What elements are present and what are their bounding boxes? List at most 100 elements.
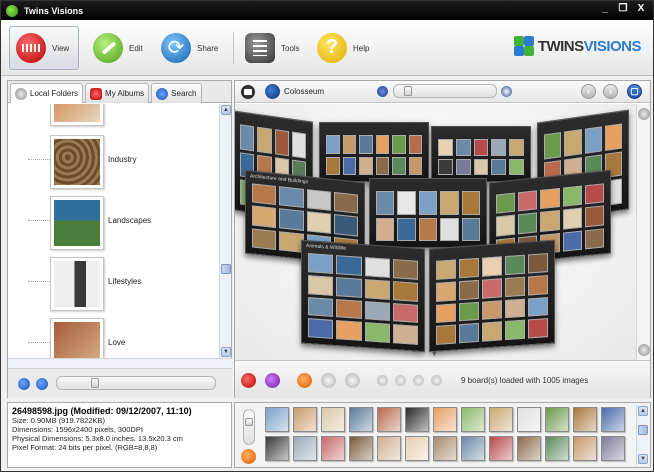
back-button[interactable]: ‹ <box>581 84 596 99</box>
zoom-slider-knob[interactable] <box>404 86 412 96</box>
folder-item-love[interactable]: Love <box>8 314 211 358</box>
collapse-arrow-icon[interactable]: ▼ <box>431 351 438 358</box>
scroll-up-arrow-icon[interactable]: ▲ <box>221 105 231 115</box>
image-physical-dimensions: Physical Dimensions: 5.3x8.0 inches, 13.… <box>12 434 183 443</box>
filmstrip-thumbnail[interactable] <box>601 436 625 461</box>
thumbnail-size-large-icon[interactable] <box>36 378 48 390</box>
filmstrip-thumbnail[interactable] <box>321 407 345 432</box>
folder-list-hscrollbar[interactable] <box>8 358 232 368</box>
tab-my-albums[interactable]: My Albums <box>85 83 150 103</box>
grid-view-icon[interactable] <box>638 108 650 120</box>
arrange-icon[interactable] <box>345 373 360 388</box>
print-icon[interactable] <box>297 373 312 388</box>
filmstrip-thumbnail[interactable] <box>293 407 317 432</box>
tools-button[interactable]: Tools <box>239 26 306 70</box>
filmstrip-slider-knob[interactable] <box>245 418 253 426</box>
filmstrip-action-icon[interactable] <box>241 449 256 464</box>
view-button[interactable]: View <box>9 26 79 70</box>
filmstrip-thumbnail[interactable] <box>461 407 485 432</box>
first-board-icon[interactable] <box>377 375 388 386</box>
image-info-panel: 26498598.jpg (Modified: 09/12/2007, 11:1… <box>7 402 232 468</box>
scroll-thumb[interactable] <box>638 425 648 435</box>
share-button[interactable]: Share <box>155 26 224 70</box>
restore-button[interactable]: ❐ <box>617 3 629 14</box>
tab-local-folders-label: Local Folders <box>30 89 79 98</box>
tab-local-folders[interactable]: Local Folders <box>10 83 84 103</box>
window-title: Twins Visions <box>24 5 84 16</box>
filmstrip-thumbnail[interactable] <box>489 436 513 461</box>
filmstrip-thumbnail[interactable] <box>545 436 569 461</box>
filmstrip-thumbnail[interactable] <box>433 407 457 432</box>
filmstrip-thumbnail[interactable] <box>377 407 401 432</box>
brand-name: TWINSVISIONS <box>537 37 642 55</box>
filmstrip-thumbnail[interactable] <box>601 407 625 432</box>
thumbnail-size-small-icon[interactable] <box>18 378 30 390</box>
filmstrip-thumbnail[interactable] <box>405 407 429 432</box>
3d-board-stage[interactable]: Architecture and Buildings Animals & Wil… <box>235 104 637 360</box>
slideshow-icon[interactable] <box>241 373 256 388</box>
scroll-up-arrow-icon[interactable]: ▲ <box>638 406 648 416</box>
collection-icon[interactable] <box>265 84 280 99</box>
filmstrip-thumbnail[interactable] <box>433 436 457 461</box>
filmstrip-thumbnail[interactable] <box>573 407 597 432</box>
folder-label: Landscapes <box>108 216 152 225</box>
close-button[interactable]: X <box>635 3 647 14</box>
browser-bottom-bar <box>8 368 232 398</box>
tab-search[interactable]: Search <box>151 83 202 103</box>
photo-board[interactable] <box>429 239 555 353</box>
photo-board[interactable] <box>319 122 429 182</box>
folder-item[interactable] <box>8 104 211 128</box>
minimize-button[interactable]: _ <box>599 3 611 14</box>
viewer-side-scrollbar[interactable] <box>636 104 650 360</box>
scroll-down-arrow-icon[interactable]: ▼ <box>221 347 231 357</box>
filmstrip-thumbnail[interactable] <box>517 407 541 432</box>
filmstrip-thumbnail[interactable] <box>349 407 373 432</box>
folder-item-landscapes[interactable]: Landscapes <box>8 192 211 252</box>
image-size: Size: 0.90MB (919.7822KB) <box>12 416 105 425</box>
last-board-icon[interactable] <box>431 375 442 386</box>
filmstrip-thumbnail[interactable] <box>545 407 569 432</box>
filmstrip-thumbnail[interactable] <box>517 436 541 461</box>
edit-button[interactable]: Edit <box>87 26 149 70</box>
zoom-out-icon[interactable] <box>377 86 388 97</box>
filmstrip-thumbnail[interactable] <box>573 436 597 461</box>
folder-list-scrollbar[interactable]: ▲ ▼ <box>219 104 231 358</box>
list-view-icon[interactable] <box>638 344 650 356</box>
zoom-slider[interactable] <box>393 84 497 98</box>
layout-icon[interactable] <box>321 373 336 388</box>
filmstrip-size-slider[interactable] <box>243 409 255 445</box>
zoom-in-icon[interactable] <box>501 86 512 97</box>
filmstrip-thumbnail[interactable] <box>405 436 429 461</box>
filmstrip-thumbnail[interactable] <box>321 436 345 461</box>
scroll-thumb[interactable] <box>221 264 231 274</box>
folder-item-industry[interactable]: Industry <box>8 131 211 191</box>
filmstrip-scrollbar[interactable]: ▲ ▼ <box>636 405 648 465</box>
filmstrip-thumbnail[interactable] <box>265 407 289 432</box>
scroll-down-arrow-icon[interactable]: ▼ <box>638 454 648 464</box>
filmstrip-thumbnail[interactable] <box>349 436 373 461</box>
folder-item-lifestyles[interactable]: Lifestyles <box>8 253 211 313</box>
filmstrip-thumbnail[interactable] <box>265 436 289 461</box>
filmstrip-thumbnail[interactable] <box>377 436 401 461</box>
filmstrip-thumbnail[interactable] <box>461 436 485 461</box>
filmstrip-thumbnail[interactable] <box>293 436 317 461</box>
filmstrip-thumbnail[interactable] <box>489 407 513 432</box>
forward-button[interactable]: › <box>603 84 618 99</box>
viewer-toolbar: Colosseum ‹ › ▢ <box>235 81 650 103</box>
help-label: Help <box>353 43 370 53</box>
fullscreen-button[interactable]: ▢ <box>627 84 642 99</box>
help-button[interactable]: Help <box>311 26 375 70</box>
thumbnail-size-slider[interactable] <box>56 376 216 390</box>
photo-board[interactable]: Animals & Wildlife <box>301 239 425 353</box>
folder-icon <box>15 87 27 100</box>
main-toolbar: View Edit Share Tools Help TWINSVISIO <box>1 20 653 76</box>
photo-board[interactable] <box>431 126 531 182</box>
next-board-icon[interactable] <box>413 375 424 386</box>
camera-icon[interactable] <box>241 85 255 99</box>
photo-board[interactable] <box>369 178 487 248</box>
present-icon[interactable] <box>265 373 280 388</box>
share-label: Share <box>197 43 219 53</box>
prev-board-icon[interactable] <box>395 375 406 386</box>
slider-knob[interactable] <box>91 378 99 388</box>
browser-panel: Local Folders My Albums Search Industry <box>7 80 232 398</box>
